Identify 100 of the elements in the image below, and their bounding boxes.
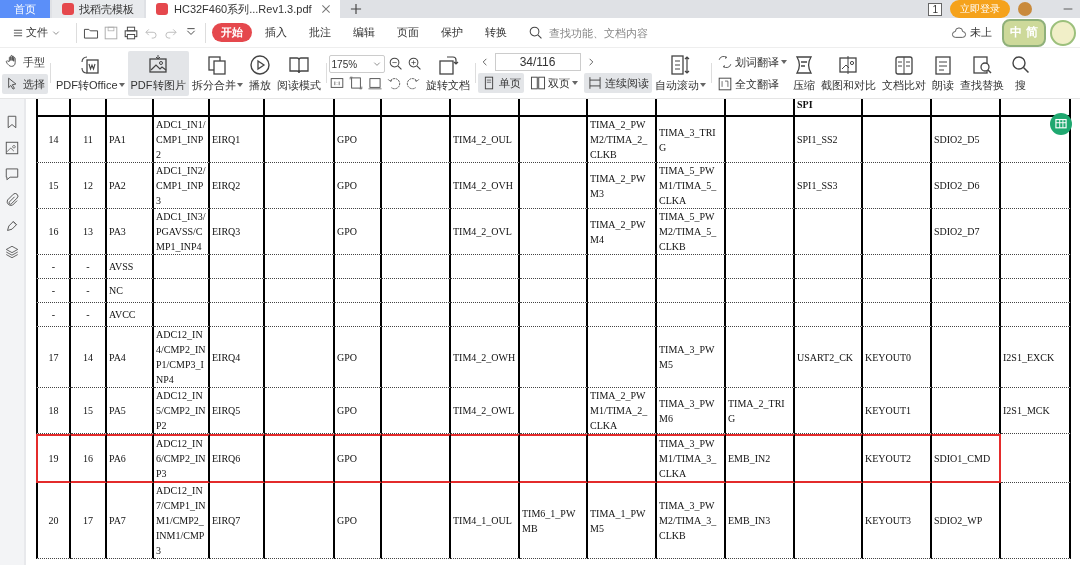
toolbar-button[interactable]: 朗读 — [928, 50, 957, 96]
table-cell: ADC12_IN5/CMP2_INP2 — [154, 388, 210, 434]
actual-size-icon[interactable] — [328, 75, 345, 91]
table-cell: TIMA_3_PWM5 — [657, 327, 726, 388]
table-cell: SDIO2_D7 — [932, 209, 1001, 255]
toolbar-button[interactable]: 搜 — [1006, 50, 1035, 96]
table-cell: GPO — [335, 327, 382, 388]
zoom-field[interactable]: 175% — [328, 55, 385, 73]
table-cell: I2S1_MCK — [1001, 388, 1071, 434]
ribbon-tab[interactable]: 开始 — [212, 23, 252, 42]
table-cell: GPO — [335, 209, 382, 255]
table-cell: GPO — [335, 388, 382, 434]
toolbar-button[interactable]: 连续阅读 — [583, 73, 652, 93]
toolbar-button[interactable]: 压缩 — [789, 50, 818, 96]
table-cell: EIRQ3 — [210, 209, 265, 255]
avatar-icon[interactable] — [1018, 2, 1032, 16]
table-cell: PA7 — [107, 483, 154, 559]
pages-icon — [206, 53, 229, 76]
table-cell: 13 — [71, 209, 107, 255]
toolbar-button[interactable]: 播放 — [245, 50, 274, 96]
image-icon — [147, 53, 170, 76]
continuous-page-icon — [586, 75, 603, 91]
table-cell: SDIO2_WP — [932, 483, 1001, 559]
ribbon-tab[interactable]: 转换 — [476, 23, 516, 42]
table-cell: 20 — [36, 483, 71, 559]
toolbar-button[interactable]: 查找替换 — [956, 50, 1007, 96]
file-menu[interactable]: 文件 — [4, 23, 70, 42]
table-cell: PA2 — [107, 163, 154, 209]
table-cell: TIM6_1_PWMB — [520, 483, 588, 559]
promo-text: 简 — [1026, 24, 1038, 41]
table-cell: TIMA_1_PWM5 — [588, 483, 657, 559]
toolbar-button[interactable]: 文档比对 — [878, 50, 929, 96]
comment-icon[interactable] — [5, 167, 19, 181]
table-cell: TIMA_3_PWM1/TIMA_3_CLKA — [657, 434, 726, 483]
table-cell: - — [36, 279, 71, 303]
table-cell: - — [71, 255, 107, 279]
table-cell: 16 — [36, 209, 71, 255]
toolbar-button[interactable]: 手型 — [2, 52, 48, 72]
table-cell: KEYOUT2 — [863, 434, 932, 483]
toolbar-button[interactable]: 划词翻译 — [713, 52, 790, 72]
toolbar-button[interactable]: 全文翻译 — [713, 74, 790, 94]
table-cell: TIMA_3_PWM2/TIMA_3_CLKB — [657, 483, 726, 559]
toolbar-button[interactable]: 拆分合并 — [188, 50, 246, 96]
table-cell: KEYOUT1 — [863, 388, 932, 434]
toolbar-button[interactable]: 单页 — [477, 73, 524, 93]
device-badge[interactable]: 1 — [928, 3, 942, 16]
ribbon-tab[interactable]: 页面 — [388, 23, 428, 42]
table-cell: EIRQ5 — [210, 388, 265, 434]
compare-icon — [892, 53, 915, 76]
table-cell: EMB_IN3 — [726, 483, 795, 559]
fit-page-icon[interactable] — [347, 75, 364, 91]
toolbar-button[interactable]: 阅读模式 — [273, 50, 324, 96]
table-cell: EMB_IN2 — [726, 434, 795, 483]
zoom-in-icon[interactable] — [406, 56, 423, 72]
table-cell: TIMA_3_PWM6 — [657, 388, 726, 434]
app-logo-icon — [62, 3, 74, 15]
bookmark-icon[interactable] — [5, 115, 19, 129]
table-cell: GPO — [335, 163, 382, 209]
zoom-out-icon[interactable] — [387, 56, 404, 72]
toolbar-button[interactable]: 自动滚动 — [651, 50, 709, 96]
table-cell: TIM4_2_OUL — [451, 117, 520, 163]
ribbon-tab[interactable]: 保护 — [432, 23, 472, 42]
rotate-icon — [436, 53, 459, 76]
search-field[interactable]: 查找功能、文档内容 — [547, 25, 691, 40]
rotate-left-icon[interactable] — [385, 75, 402, 91]
toolbar-button[interactable]: 选择 — [2, 74, 48, 94]
toolbar-button[interactable]: 双页 — [526, 73, 581, 93]
print-icon[interactable] — [123, 24, 139, 41]
table-cell: 14 — [36, 117, 71, 163]
table-cell: SPI1_SS3 — [795, 163, 863, 209]
image-icon[interactable] — [5, 141, 19, 155]
table-cell: TIMA_3_TRIG — [657, 117, 726, 163]
toolbar-button[interactable]: PDF转Office — [53, 50, 128, 96]
find-icon — [970, 53, 993, 76]
ribbon-tab[interactable]: 编辑 — [344, 23, 384, 42]
table-cell: GPO — [335, 483, 382, 559]
pen-icon[interactable] — [5, 219, 19, 233]
tab[interactable]: 找稻壳模板 — [52, 0, 144, 18]
cloud-status[interactable]: 未上 — [970, 25, 992, 40]
table-cell: PA3 — [107, 209, 154, 255]
menu-icon — [13, 27, 23, 38]
table-export-button[interactable] — [1050, 113, 1072, 135]
ribbon-tab[interactable]: 插入 — [256, 23, 296, 42]
fit-width-icon[interactable] — [366, 75, 383, 91]
page-number-field[interactable]: 34/116 — [494, 53, 581, 71]
table-cell: USART2_CK — [795, 327, 863, 388]
toolbar-button[interactable]: 截图和对比 — [817, 50, 879, 96]
table-cell: 11 — [71, 117, 107, 163]
tab[interactable]: HC32F460系列...Rev1.3.pdf — [146, 0, 340, 18]
table-cell: ADC1_IN1/CMP1_INP2 — [154, 117, 210, 163]
paperclip-icon[interactable] — [5, 193, 19, 207]
document-icon — [79, 53, 102, 76]
toolbar-button[interactable]: PDF转图片 — [127, 50, 189, 96]
ribbon-tab[interactable]: 批注 — [300, 23, 340, 42]
toolbar-button[interactable]: 旋转文档 — [422, 50, 473, 96]
rotate-right-icon[interactable] — [404, 75, 421, 91]
layers-icon[interactable] — [5, 245, 19, 259]
table-cell: AVCC — [107, 303, 154, 327]
table-cell: TIMA_2_PWM4 — [588, 209, 657, 255]
table-cell: - — [36, 303, 71, 327]
